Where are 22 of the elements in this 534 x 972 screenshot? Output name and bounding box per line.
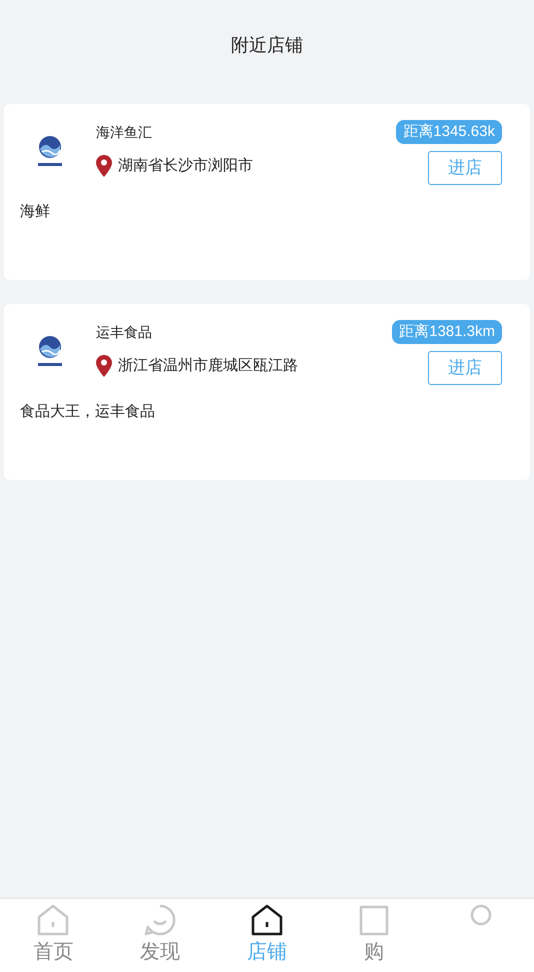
store-card[interactable]: 运丰食品 浙江省温州市鹿城区瓯江路 距离1381.3km 进店 食品大王，运丰食品	[4, 304, 530, 480]
tab-item[interactable]: 购	[320, 899, 428, 972]
distance-badge: 距离1345.63k	[396, 120, 502, 144]
store-name: 运丰食品	[96, 323, 153, 342]
store-description: 海鲜	[19, 202, 51, 222]
enter-store-button[interactable]: 进店	[428, 351, 502, 385]
house-icon	[36, 903, 70, 937]
page-title: 附近店铺	[231, 34, 303, 56]
location-pin-icon	[96, 155, 112, 178]
store-card[interactable]: 海洋鱼汇 湖南省长沙市浏阳市 距离1345.63k 进店 海鲜	[4, 104, 530, 280]
store-address: 浙江省温州市鹿城区瓯江路	[118, 356, 298, 376]
enter-store-button[interactable]: 进店	[428, 151, 502, 185]
store-address: 湖南省长沙市浏阳市	[118, 156, 253, 176]
tab-item[interactable]: 发现	[106, 899, 214, 972]
store-description: 食品大王，运丰食品	[19, 402, 156, 422]
location-pin-icon	[96, 355, 112, 378]
house-icon	[250, 903, 284, 937]
distance-badge: 距离1381.3km	[392, 320, 502, 344]
chat-bubble-icon	[143, 903, 178, 937]
tab-item[interactable]: 店铺	[214, 899, 320, 972]
tab-item[interactable]: 首页	[0, 899, 107, 972]
store-name: 海洋鱼汇	[96, 123, 153, 142]
